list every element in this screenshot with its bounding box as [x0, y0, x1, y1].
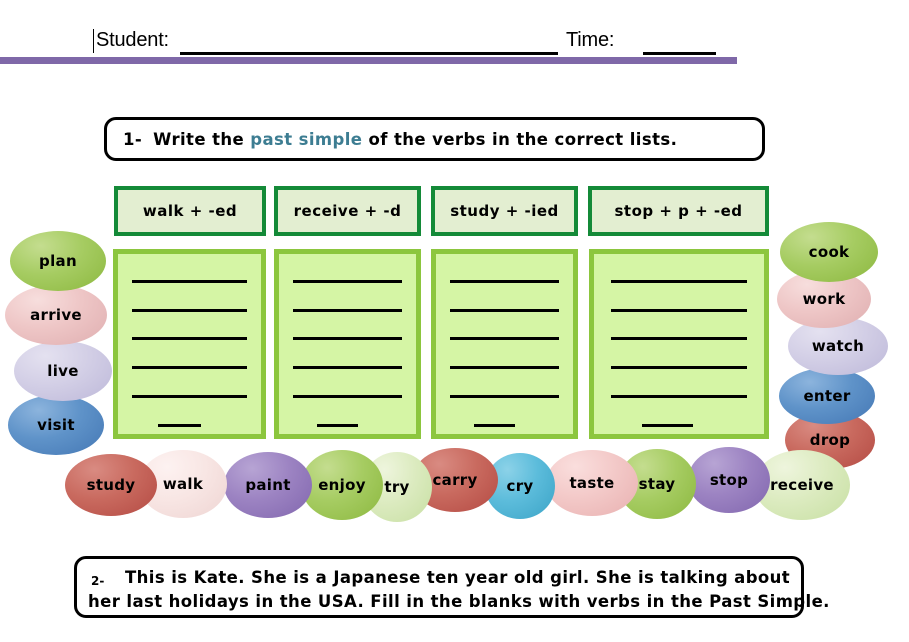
word-bubble-label: taste — [569, 474, 615, 492]
time-blank[interactable] — [643, 52, 716, 55]
exercise-1-instruction-box: 1- Write the past simple of the verbs in … — [104, 117, 765, 161]
exercise-1-text-before: Write the — [153, 130, 251, 149]
word-bubble-label: plan — [39, 252, 77, 270]
time-label: Time: — [566, 29, 615, 51]
word-bubble-label: enjoy — [318, 476, 366, 494]
word-bubble-label: work — [802, 290, 846, 308]
word-bubble-label: walk — [162, 475, 204, 493]
word-bubble-paint[interactable]: paint — [224, 452, 312, 518]
word-bubble-arrive[interactable]: arrive — [5, 285, 107, 345]
answer-blank-line[interactable] — [292, 309, 403, 312]
column-header-walk-ed: walk + -ed — [114, 186, 266, 236]
word-bubble-label: try — [384, 478, 410, 496]
answer-blank-line[interactable] — [449, 337, 560, 340]
word-bubble-label: live — [47, 362, 79, 380]
worksheet-header: Student: Time: — [0, 0, 909, 72]
answer-blank-line[interactable] — [292, 366, 403, 369]
student-name-blank[interactable] — [180, 52, 558, 55]
word-bubble-enjoy[interactable]: enjoy — [301, 450, 383, 520]
answer-box-stop-p-ed[interactable] — [589, 249, 769, 439]
exercise-1-number: 1- — [123, 130, 143, 149]
column-header-receive-d: receive + -d — [274, 186, 421, 236]
answer-blank-line[interactable] — [132, 280, 247, 283]
word-bubble-label: stay — [638, 475, 676, 493]
word-bubble-label: study — [86, 476, 136, 494]
exercise-2-text-line2: her last holidays in the USA. Fill in th… — [88, 592, 830, 611]
answer-blank-line[interactable] — [132, 366, 247, 369]
word-bubble-label: drop — [809, 431, 851, 449]
answer-blank-line[interactable] — [292, 395, 403, 398]
answer-blank-line[interactable] — [611, 337, 747, 340]
answer-blank-line[interactable] — [449, 280, 560, 283]
answer-blank-line-short[interactable] — [158, 424, 201, 427]
word-bubble-plan[interactable]: plan — [10, 231, 106, 291]
column-header-stop-p-ed: stop + p + -ed — [588, 186, 769, 236]
answer-box-study-ied[interactable] — [431, 249, 578, 439]
exercise-2-instruction-box: 2- This is Kate. She is a Japanese ten y… — [74, 556, 829, 618]
answer-blank-line[interactable] — [611, 395, 747, 398]
past-simple-accent-text: past simple — [250, 130, 363, 149]
answer-blank-line[interactable] — [611, 280, 747, 283]
word-bubble-label: cook — [808, 243, 850, 261]
word-bubble-visit[interactable]: visit — [8, 395, 104, 455]
column-header-label: walk + -ed — [142, 202, 238, 220]
exercise-2-text-line1: This is Kate. She is a Japanese ten year… — [125, 568, 791, 587]
header-divider — [0, 57, 737, 64]
student-label: Student: — [96, 29, 169, 51]
word-bubble-study[interactable]: study — [65, 454, 157, 516]
word-bubble-label: carry — [432, 471, 478, 489]
word-bubble-taste[interactable]: taste — [546, 450, 638, 516]
answer-blank-line[interactable] — [132, 309, 247, 312]
answer-blank-line-short[interactable] — [641, 424, 693, 427]
answer-blank-line[interactable] — [449, 366, 560, 369]
answer-blank-line[interactable] — [611, 309, 747, 312]
word-bubble-label: receive — [770, 476, 834, 494]
word-bubble-label: arrive — [30, 306, 82, 324]
answer-box-walk-ed[interactable] — [113, 249, 266, 439]
word-bubble-label: visit — [37, 416, 75, 434]
column-header-label: study + -ied — [450, 202, 559, 220]
exercise-1-instruction-text: 1- Write the past simple of the verbs in … — [123, 130, 677, 149]
column-header-label: stop + p + -ed — [614, 202, 743, 220]
text-caret — [93, 29, 94, 53]
column-header-study-ied: study + -ied — [431, 186, 578, 236]
answer-blank-line[interactable] — [132, 395, 247, 398]
answer-blank-line[interactable] — [292, 337, 403, 340]
word-bubble-live[interactable]: live — [14, 341, 112, 401]
word-bubble-label: watch — [811, 337, 865, 355]
answer-blank-line[interactable] — [449, 309, 560, 312]
word-bubble-label: cry — [506, 477, 534, 495]
answer-blank-line-short[interactable] — [317, 424, 359, 427]
word-bubble-label: paint — [245, 476, 291, 494]
answer-box-receive-d[interactable] — [274, 249, 421, 439]
exercise-2-number: 2- — [91, 574, 105, 588]
answer-blank-line-short[interactable] — [474, 424, 516, 427]
answer-blank-line[interactable] — [132, 337, 247, 340]
column-header-label: receive + -d — [293, 202, 402, 220]
answer-blank-line[interactable] — [449, 395, 560, 398]
word-bubble-label: enter — [803, 387, 851, 405]
word-bubble-stop[interactable]: stop — [688, 447, 770, 513]
exercise-1-text-after: of the verbs in the correct lists. — [362, 130, 678, 149]
word-bubble-cook[interactable]: cook — [780, 222, 878, 282]
word-bubble-label: stop — [709, 471, 749, 489]
answer-blank-line[interactable] — [292, 280, 403, 283]
answer-blank-line[interactable] — [611, 366, 747, 369]
word-bubble-enter[interactable]: enter — [779, 368, 875, 424]
